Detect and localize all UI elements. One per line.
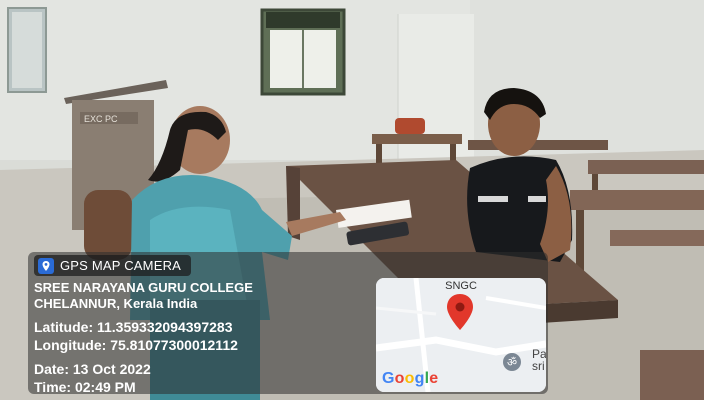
google-logo-letter: o: [404, 370, 415, 387]
svg-text:ॐ: ॐ: [507, 356, 517, 369]
camera-label: GPS MAP CAMERA: [60, 258, 182, 273]
center-window: [260, 8, 346, 96]
google-logo-letter: g: [414, 370, 425, 387]
camera-tag: GPS MAP CAMERA: [34, 255, 192, 276]
place-line-2: CHELANNUR, Kerala India: [34, 296, 198, 311]
google-logo: Google: [382, 370, 438, 388]
location-info: SREE NARAYANA GURU COLLEGE CHELANNUR, Ke…: [34, 280, 253, 396]
mini-map: ॐ SNGC Pa sri Google: [376, 278, 546, 392]
om-temple-icon: ॐ: [503, 353, 521, 371]
left-window: [7, 7, 47, 93]
time-text: Time: 02:49 PM: [34, 379, 136, 395]
map-place-label: SNGC: [445, 280, 477, 292]
longitude-text: Longitude: 75.81077300012112: [34, 337, 238, 353]
photo: EXC PC GPS MAP CAMERA SREE NARAYANA GURU…: [0, 0, 704, 400]
map-camera-icon: [38, 257, 54, 274]
google-logo-letter: o: [394, 370, 405, 387]
place-line-1: SREE NARAYANA GURU COLLEGE: [34, 280, 253, 295]
podium-sign: EXC PC: [84, 114, 118, 124]
map-poi-text: Pa sri: [532, 347, 546, 373]
google-logo-letter: e: [429, 370, 439, 387]
latitude-text: Latitude: 11.359332094397283: [34, 319, 233, 335]
google-logo-letter: G: [382, 370, 395, 387]
date-text: Date: 13 Oct 2022: [34, 361, 151, 377]
